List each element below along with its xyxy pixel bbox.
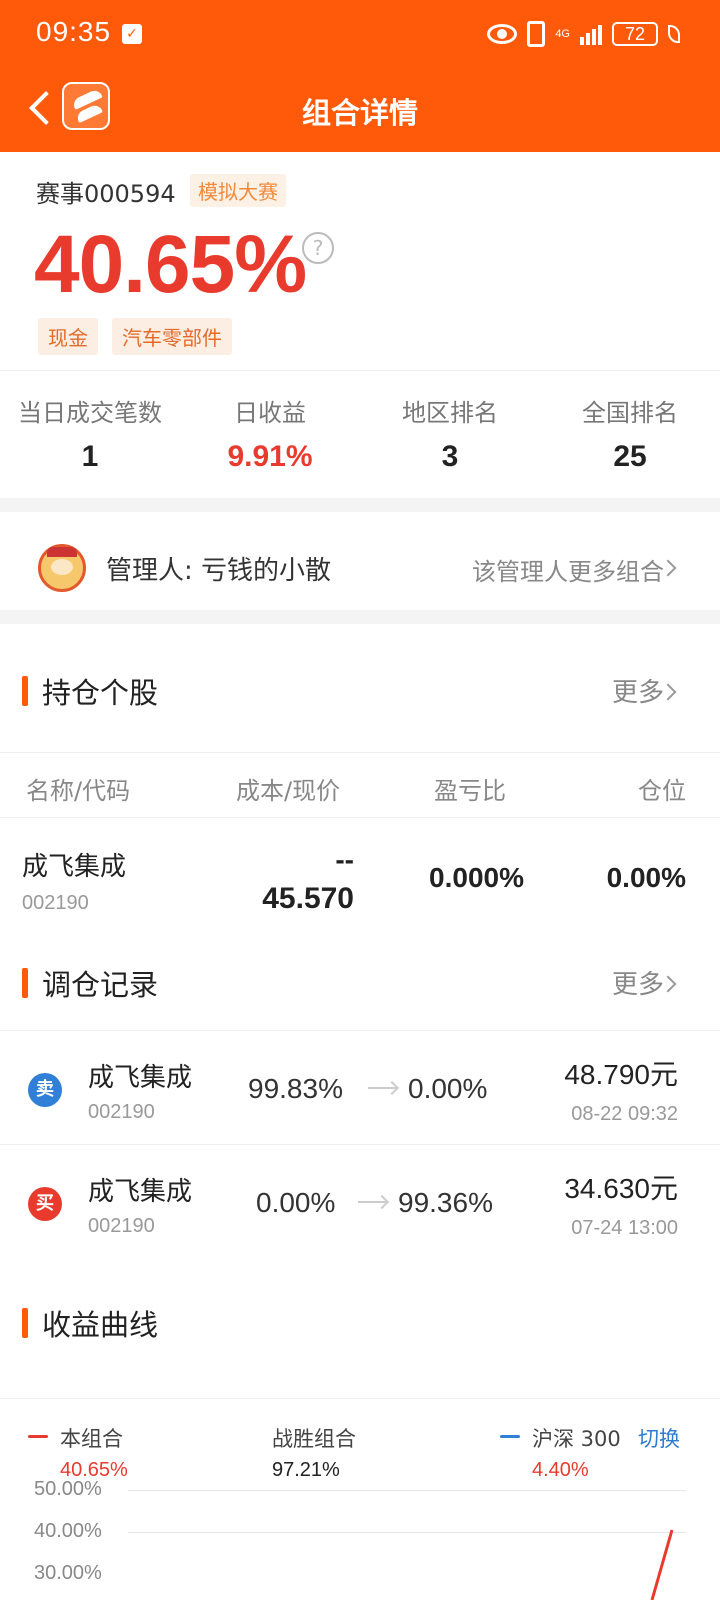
stock-code: 002190: [88, 1101, 155, 1123]
legend-item-beat: 战胜组合 97.21%: [272, 1423, 356, 1482]
buy-badge: 买: [28, 1187, 62, 1221]
status-icons: 4G 72: [487, 18, 680, 50]
legend-value: 97.21%: [272, 1459, 340, 1481]
stat-region-rank: 地区排名 3: [360, 371, 540, 498]
help-icon[interactable]: ?: [302, 232, 334, 264]
column-header: 仓位: [638, 777, 686, 805]
section-title: 持仓个股: [42, 676, 159, 710]
battery-icon: 72: [612, 22, 658, 46]
portfolio-summary: 赛事000594 模拟大赛 40.65% ? 现金 汽车零部件: [0, 152, 720, 370]
position-to: 0.00%: [408, 1073, 488, 1104]
legend-item-index: 沪深 300 4.40%: [500, 1423, 621, 1482]
portfolio-line: [650, 1529, 674, 1600]
column-header: 成本/现价: [236, 777, 341, 805]
stat-value: 1: [81, 440, 99, 473]
list-item[interactable]: 买 成飞集成 002190 0.00% 99.36% 34.630元 07-24…: [0, 1144, 720, 1258]
manager-name: 管理人: 亏钱的小散: [106, 556, 332, 586]
pl-ratio: 0.000%: [429, 862, 524, 893]
position-to: 99.36%: [398, 1187, 493, 1218]
stat-daily-trades: 当日成交笔数 1: [0, 371, 180, 498]
chart-legend: 本组合 40.65% 战胜组合 97.21% 沪深 300 4.40% 切换: [0, 1398, 720, 1481]
section-accent-bar: [22, 676, 28, 706]
stat-value: 25: [613, 440, 647, 473]
arrow-right-icon: [358, 1201, 386, 1203]
section-accent-bar: [22, 968, 28, 998]
holdings-table-header: 名称/代码 成本/现价 盈亏比 仓位: [0, 752, 720, 818]
legend-text: 本组合 40.65%: [28, 1423, 128, 1482]
tag-cash: 现金: [38, 318, 98, 355]
stat-national-rank: 全国排名 25: [540, 371, 720, 498]
status-time: 09:35: [36, 16, 112, 47]
legend-swatch: [28, 1435, 48, 1438]
stock-name: 成飞集成: [22, 852, 127, 882]
column-header: 盈亏比: [434, 777, 506, 805]
stat-value: 9.91%: [227, 440, 313, 473]
holdings-header: 持仓个股 更多: [0, 640, 720, 736]
stock-code: 002190: [22, 892, 89, 914]
signal-icon: [580, 23, 602, 45]
stock-name: 成飞集成: [88, 1177, 193, 1207]
position-from: 99.83%: [248, 1073, 343, 1104]
page-title: 组合详情: [301, 96, 418, 130]
trade-time: 08-22 09:32: [571, 1103, 678, 1125]
returns-chart: 50.00% 40.00% 30.00%: [0, 1478, 720, 1600]
vibrate-icon: [527, 21, 546, 47]
trade-time: 07-24 13:00: [571, 1217, 678, 1239]
trade-price: 48.790元: [564, 1059, 678, 1090]
status-bar: 09:35 ✓ 4G 72: [0, 0, 720, 68]
divider: [0, 610, 720, 624]
stat-daily-return: 日收益 9.91%: [180, 371, 360, 498]
tag-industry: 汽车零部件: [112, 318, 232, 355]
trades-more-link[interactable]: 更多: [612, 964, 664, 1001]
arrow-right-icon: [368, 1087, 396, 1089]
section-accent-bar: [22, 1308, 28, 1338]
contest-id: 赛事000594: [36, 180, 176, 208]
legend-item-portfolio: 本组合 40.65%: [28, 1423, 128, 1482]
total-return: 40.65%: [34, 219, 307, 310]
avatar: [38, 544, 86, 592]
contest-badge: 模拟大赛: [190, 174, 286, 207]
leaf-icon: [668, 25, 680, 43]
returns-header: 收益曲线: [0, 1270, 720, 1366]
sell-badge: 卖: [28, 1073, 62, 1107]
legend-value: 4.40%: [532, 1459, 589, 1481]
list-item[interactable]: 卖 成飞集成 002190 99.83% 0.00% 48.790元 08-22…: [0, 1030, 720, 1144]
stock-name: 成飞集成: [88, 1063, 193, 1093]
stat-label: 全国排名: [582, 399, 678, 427]
app-notification-icon: ✓: [122, 24, 142, 44]
divider: [0, 498, 720, 512]
manager-row[interactable]: 管理人: 亏钱的小散 该管理人更多组合: [0, 512, 720, 622]
nav-bar: 组合详情: [0, 68, 720, 152]
trades-header: 调仓记录 更多: [0, 932, 720, 1028]
position-from: 0.00%: [256, 1187, 336, 1218]
legend-name: 本组合: [60, 1427, 123, 1451]
cost-price: --: [335, 844, 354, 875]
stat-label: 当日成交笔数: [18, 399, 162, 427]
manager-more-link[interactable]: 该管理人更多组合: [472, 552, 664, 587]
current-price: 45.570: [262, 882, 354, 915]
eye-icon: [487, 24, 518, 44]
holdings-more-link[interactable]: 更多: [612, 672, 664, 709]
column-header: 名称/代码: [26, 777, 131, 805]
section-title: 收益曲线: [42, 1308, 159, 1342]
stat-label: 地区排名: [402, 399, 498, 427]
stats-row: 当日成交笔数 1 日收益 9.91% 地区排名 3 全国排名 25: [0, 370, 720, 498]
network-type: 4G: [555, 28, 570, 40]
trade-price: 34.630元: [564, 1173, 678, 1204]
legend-text: 沪深 300 4.40%: [500, 1423, 621, 1482]
legend-swatch: [500, 1435, 520, 1438]
stat-value: 3: [441, 440, 459, 473]
stat-label: 日收益: [234, 399, 306, 427]
portfolio-line-segment: [650, 1529, 674, 1600]
section-title: 调仓记录: [42, 968, 159, 1002]
position-ratio: 0.00%: [606, 862, 686, 893]
legend-name: 沪深 300: [532, 1427, 621, 1451]
legend-name: 战胜组合: [272, 1427, 356, 1451]
stock-code: 002190: [88, 1215, 155, 1237]
switch-index-link[interactable]: 切换: [638, 1423, 680, 1453]
